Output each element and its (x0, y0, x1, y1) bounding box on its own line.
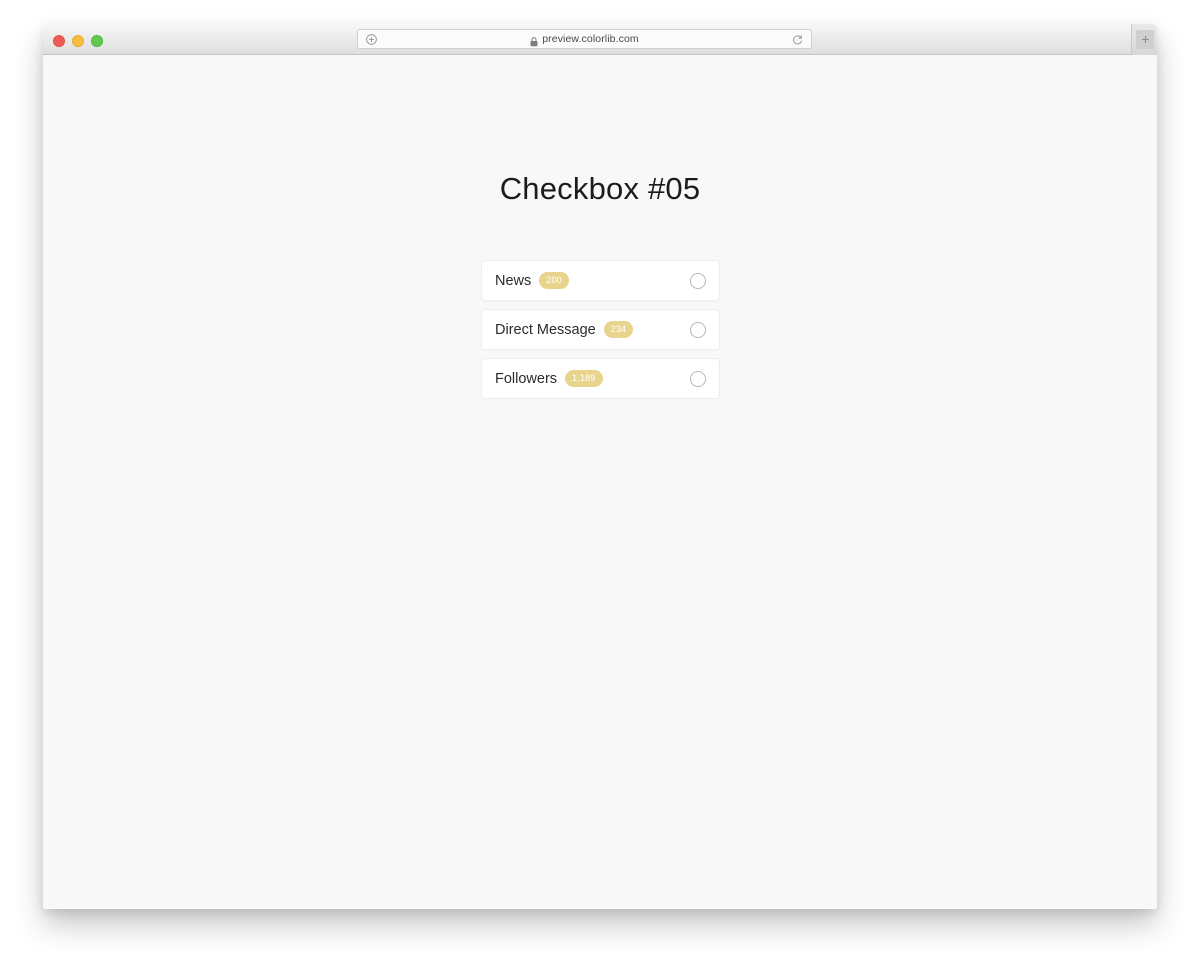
list-item-badge: 200 (539, 272, 569, 289)
page-viewport: Checkbox #05 News 200 Direct Message 234… (43, 55, 1157, 908)
address-bar[interactable]: preview.colorlib.com (357, 29, 812, 49)
list-item[interactable]: Direct Message 234 (481, 309, 720, 350)
close-window-button[interactable] (53, 35, 65, 47)
checkbox-toggle-followers[interactable] (690, 370, 706, 387)
url-text: preview.colorlib.com (542, 33, 639, 45)
list-item-label: News (495, 272, 532, 289)
list-item[interactable]: News 200 (481, 260, 720, 301)
new-tab-button[interactable] (1136, 30, 1154, 49)
page-title: Checkbox #05 (499, 170, 701, 206)
reload-icon[interactable] (791, 33, 804, 46)
window-controls (53, 35, 103, 47)
checkbox-list: News 200 Direct Message 234 Followers 1,… (481, 260, 720, 407)
list-item-label: Followers (495, 370, 558, 387)
new-tab-area (1131, 24, 1157, 55)
list-item[interactable]: Followers 1,189 (481, 358, 720, 399)
list-item-badge: 234 (603, 321, 634, 338)
browser-window: preview.colorlib.com Checkbox #05 News 2… (43, 24, 1157, 909)
maximize-window-button[interactable] (91, 35, 103, 47)
list-item-badge: 1,189 (565, 370, 603, 387)
checkbox-toggle-news[interactable] (690, 272, 706, 289)
minimize-window-button[interactable] (72, 35, 84, 47)
browser-toolbar: preview.colorlib.com (43, 24, 1157, 55)
url-display[interactable]: preview.colorlib.com (358, 30, 811, 48)
lock-icon (530, 34, 538, 47)
list-item-label: Direct Message (495, 321, 596, 338)
checkbox-toggle-direct-message[interactable] (690, 321, 706, 338)
